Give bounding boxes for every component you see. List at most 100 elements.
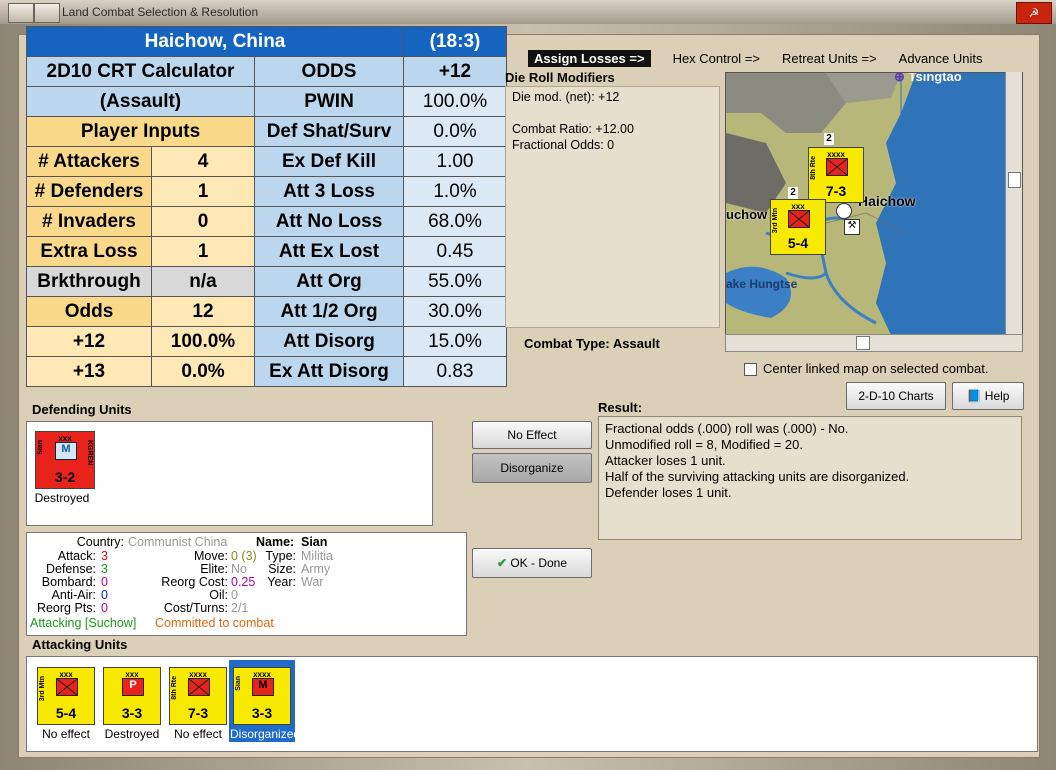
unit-strength: 3-3 <box>251 705 273 721</box>
attacker-status: No effect <box>174 727 222 741</box>
checkmark-icon: ✔ <box>496 556 507 570</box>
infantry-symbol-icon <box>56 678 78 696</box>
result-line: Unmodified roll = 8, Modified = 20. <box>605 437 803 452</box>
checkbox-icon[interactable] <box>744 363 757 377</box>
map-vscroll-thumb[interactable] <box>1008 172 1021 188</box>
attacker-counter[interactable]: xxxx Sian M 3-3 <box>233 667 291 725</box>
window-title: Land Combat Selection & Resolution <box>62 5 259 19</box>
input-value[interactable]: 1 <box>151 236 255 267</box>
no-effect-button[interactable]: No Effect <box>472 421 592 449</box>
stack-count: 2 <box>788 187 798 199</box>
defending-units-list: xxx Sian KGREN M 3-2 Destroyed <box>26 421 433 526</box>
combat-marker-icon: ⚒ <box>844 219 860 235</box>
crt-calc-subtitle: (Assault) <box>26 86 255 117</box>
attacker-status: No effect <box>42 727 90 741</box>
ok-label: OK - Done <box>510 556 568 570</box>
input-value: 100.0% <box>151 326 255 357</box>
info-defense: 3 <box>101 562 108 576</box>
crt-result-value: +12 <box>403 56 507 87</box>
crt-calc-title: 2D10 CRT Calculator <box>26 56 255 87</box>
crt-calculator-table: Haichow, China (18:3) 2D10 CRT Calculato… <box>26 26 507 387</box>
disorganize-button[interactable]: Disorganize <box>472 453 592 483</box>
input-value[interactable]: 1 <box>151 176 255 207</box>
unit-name: 8th Rte <box>810 156 817 180</box>
map-vertical-scrollbar[interactable] <box>1005 72 1022 334</box>
defending-units-title: Defending Units <box>32 402 132 417</box>
input-value[interactable]: 4 <box>151 146 255 177</box>
nav-retreat-units[interactable]: Retreat Units => <box>782 51 877 66</box>
close-icon[interactable]: ☭ <box>1016 2 1052 24</box>
info-country: Communist China <box>128 535 228 549</box>
infantry-symbol-icon <box>826 158 848 176</box>
crt-result-label: Att 3 Loss <box>254 176 404 207</box>
unit-name: 8th Rte <box>171 676 178 700</box>
info-label: Move: <box>193 549 228 563</box>
crt-result-label: Att Disorg <box>254 326 404 357</box>
unit-strength: 7-3 <box>825 183 847 199</box>
input-label: # Invaders <box>26 206 152 237</box>
unit-extra: KGREN <box>86 440 93 466</box>
crt-charts-button[interactable]: 2-D-10 Charts <box>846 382 946 410</box>
map-hscroll-thumb[interactable] <box>856 336 870 350</box>
linked-map[interactable]: ⊕ Tsingtao Haichow uchow ake Hungtse ⚒ x… <box>725 72 1023 336</box>
crt-result-label: Att 1/2 Org <box>254 296 404 327</box>
stack-count: 2 <box>824 133 834 145</box>
attacker-counter[interactable]: xxx P 3-3 <box>103 667 161 725</box>
input-value[interactable]: 12 <box>151 296 255 327</box>
help-button[interactable]: 📘 Help <box>952 382 1024 410</box>
input-label: Extra Loss <box>26 236 152 267</box>
info-label: Year: <box>267 575 296 589</box>
drm-fractional: Fractional Odds: 0 <box>512 138 615 152</box>
nav-advance-units[interactable]: Advance Units <box>899 51 983 66</box>
nav-assign-losses[interactable]: Assign Losses => <box>528 50 651 67</box>
map-unit-counter[interactable]: xxx 3rd Mtn 5-4 <box>770 199 826 255</box>
crt-location: Haichow, China <box>26 26 404 57</box>
input-value: 0.0% <box>151 356 255 387</box>
defender-counter[interactable]: xxx Sian KGREN M 3-2 <box>35 431 95 489</box>
input-label: # Attackers <box>26 146 152 177</box>
info-oil: 0 <box>231 588 238 602</box>
info-reorg-pts: 0 <box>101 601 108 615</box>
title-bar[interactable]: Land Combat Selection & Resolution ☭ <box>0 0 1056 25</box>
minimize-icon[interactable] <box>8 3 34 23</box>
crt-result-value: 1.0% <box>403 176 507 207</box>
info-type: Militia <box>301 549 333 563</box>
attacking-units-title: Attacking Units <box>32 637 128 652</box>
crt-result-value: 100.0% <box>403 86 507 117</box>
drm-net: Die mod. (net): +12 <box>512 90 620 104</box>
unit-name: 3rd Mtn <box>772 208 779 234</box>
map-horizontal-scrollbar[interactable] <box>725 334 1023 352</box>
info-label: Oil: <box>209 588 228 602</box>
info-label: Name: <box>256 535 295 549</box>
info-label: Size: <box>268 562 296 576</box>
unit-strength: 3-2 <box>54 469 76 485</box>
help-book-icon: 📘 <box>966 389 982 403</box>
combat-type-value: Assault <box>612 336 660 351</box>
restore-icon[interactable] <box>34 3 60 23</box>
defender-status: Destroyed <box>34 491 90 505</box>
nav-hex-control[interactable]: Hex Control => <box>673 51 760 66</box>
map-label-suchow: uchow <box>726 207 768 222</box>
attacker-counter[interactable]: xxxx 8th Rte 7-3 <box>169 667 227 725</box>
crt-result-label: Ex Def Kill <box>254 146 404 177</box>
result-title: Result: <box>598 400 643 415</box>
info-label: Defense: <box>45 562 96 576</box>
result-line: Half of the surviving attacking units ar… <box>605 469 910 484</box>
unit-strength: 5-4 <box>787 235 809 251</box>
unit-name: Sian <box>37 440 44 455</box>
map-label-haichow: Haichow <box>858 193 916 209</box>
info-label: Elite: <box>200 562 228 576</box>
input-label: # Defenders <box>26 176 152 207</box>
input-label: Brkthrough <box>26 266 152 297</box>
map-label-tsingtao: ⊕ Tsingtao <box>894 72 962 84</box>
map-unit-counter[interactable]: xxxx 8th Rte 7-3 <box>808 147 864 203</box>
info-bombard: 0 <box>101 575 108 589</box>
input-label: +13 <box>26 356 152 387</box>
combat-type: Combat Type: Assault <box>524 336 660 351</box>
attacker-counter[interactable]: xxx 3rd Mtn 5-4 <box>37 667 95 725</box>
center-map-checkbox[interactable]: Center linked map on selected combat. <box>744 361 989 377</box>
infantry-symbol-icon <box>788 210 810 228</box>
center-map-label: Center linked map on selected combat. <box>763 361 989 376</box>
ok-done-button[interactable]: ✔ OK - Done <box>472 548 592 578</box>
input-value[interactable]: 0 <box>151 206 255 237</box>
